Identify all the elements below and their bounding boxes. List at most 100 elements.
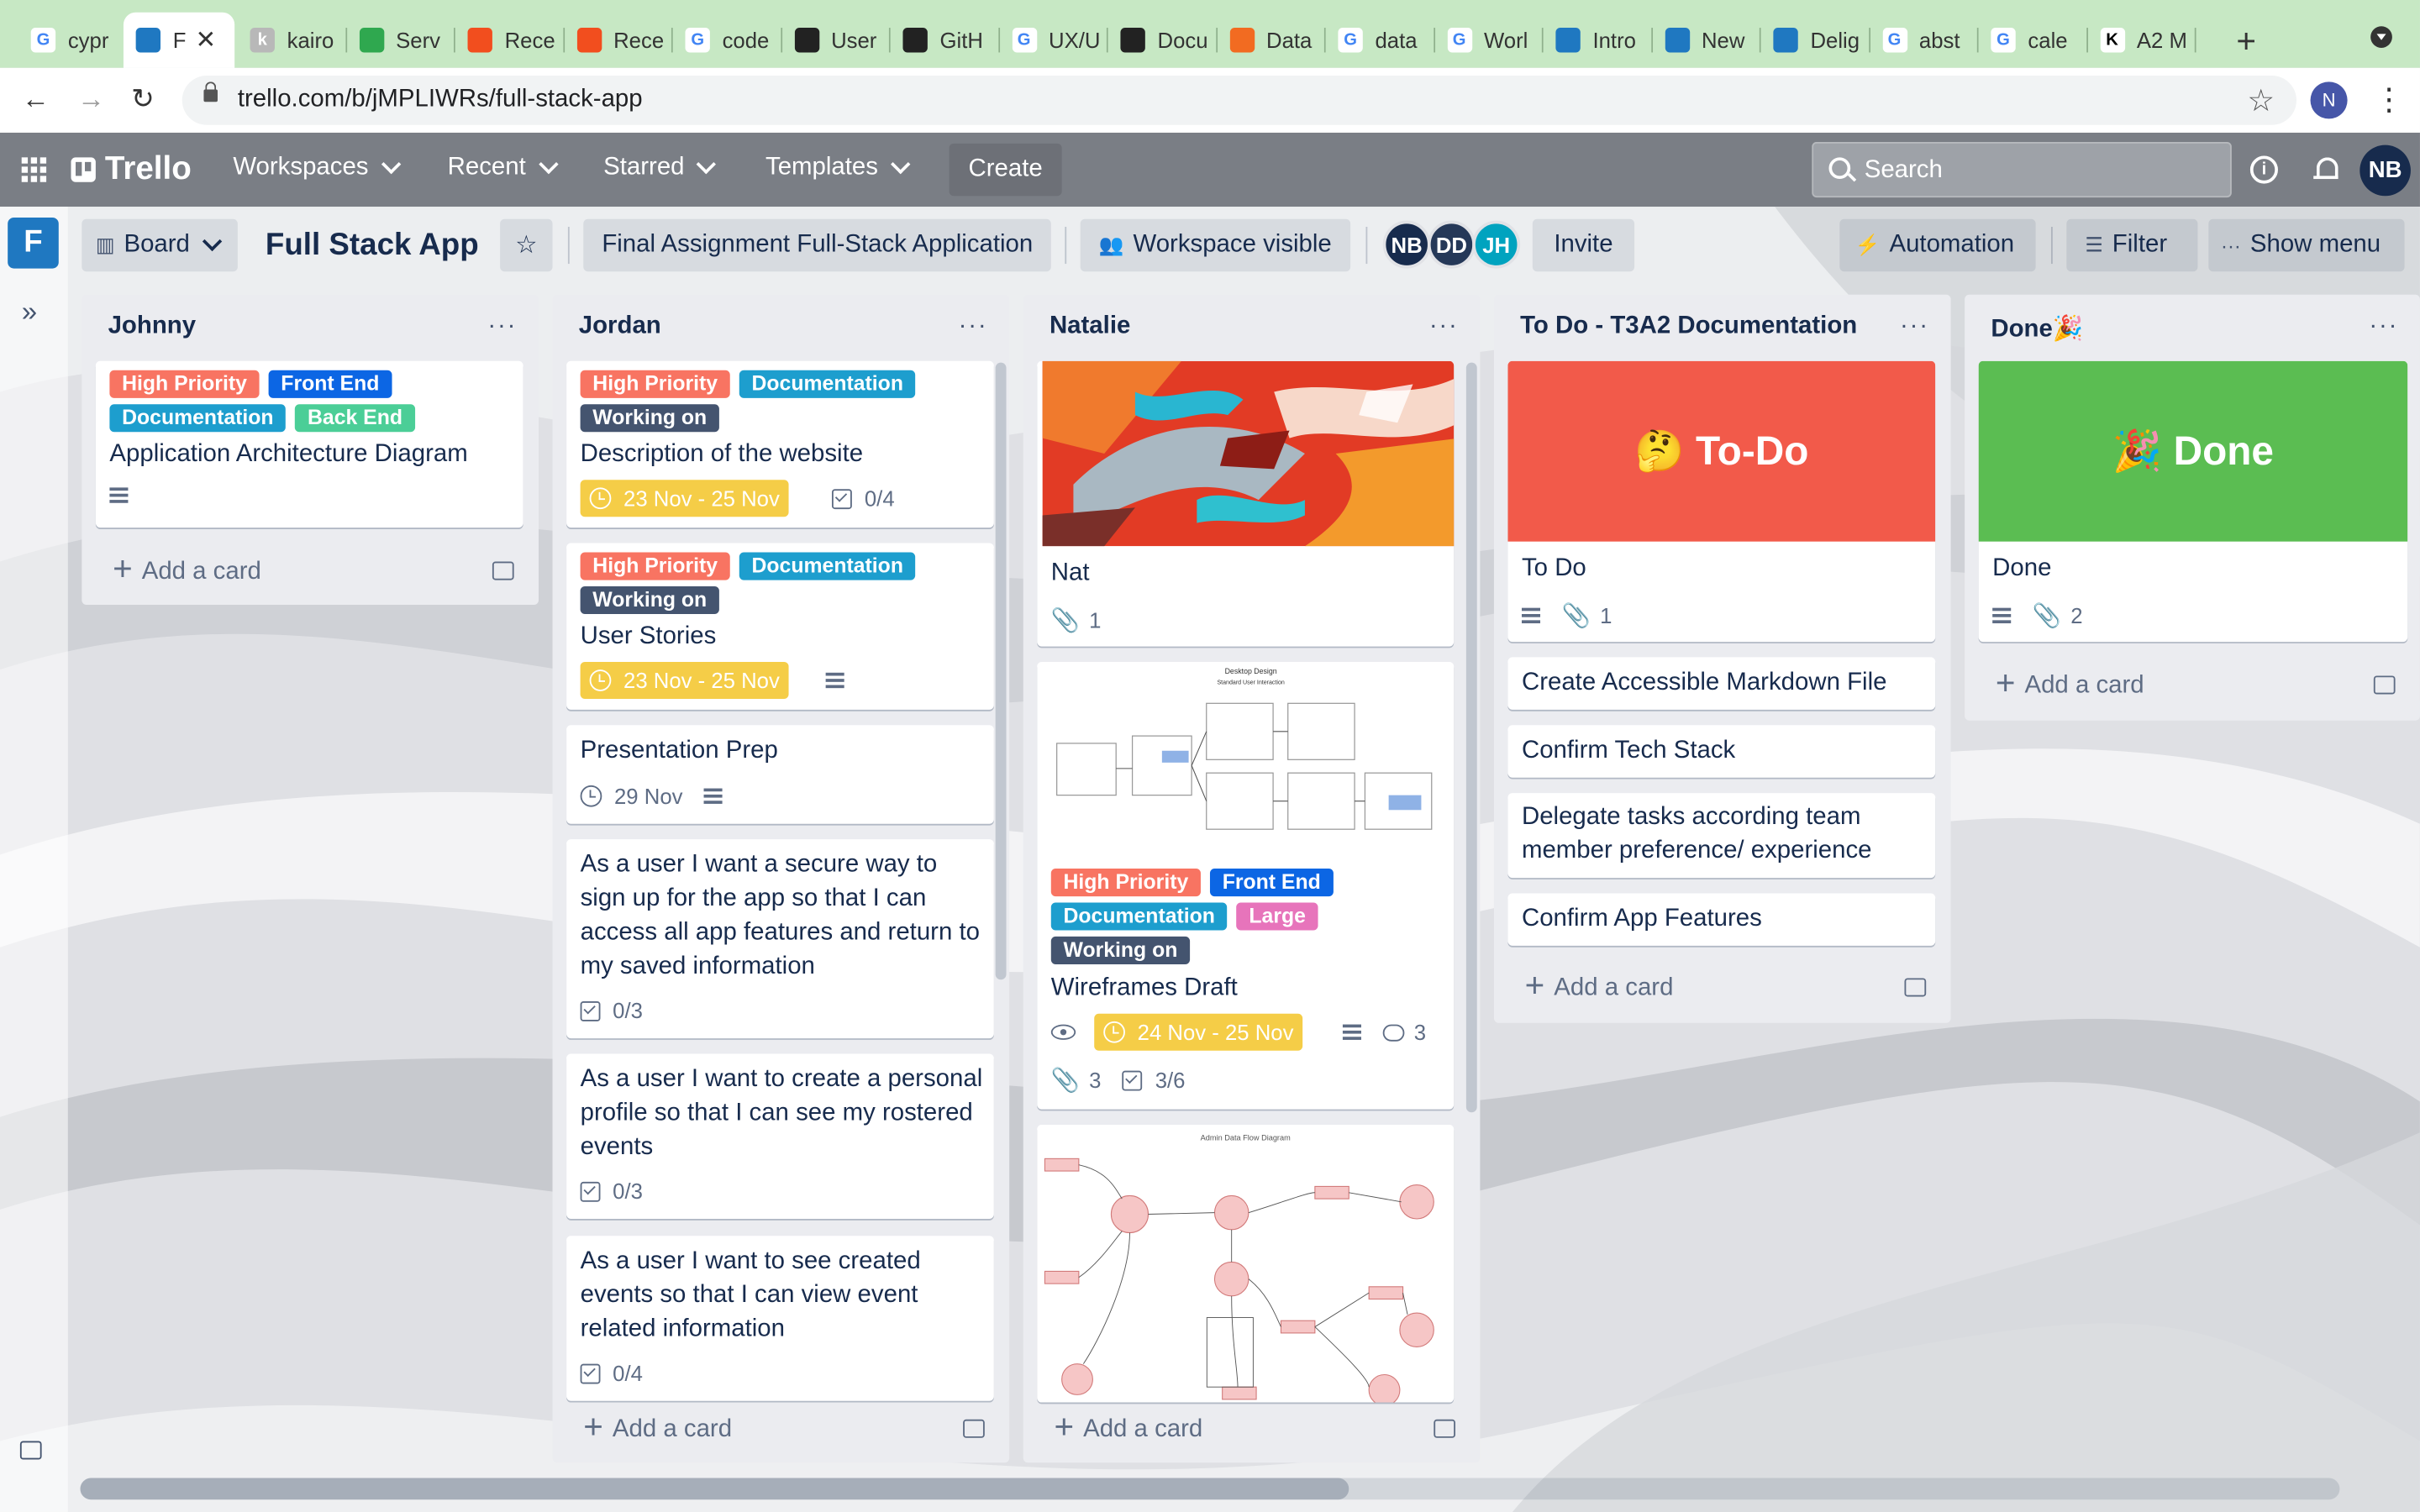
show-menu-button[interactable]: ··· Show menu <box>2208 218 2405 272</box>
sidebar-footer-icon[interactable] <box>19 1441 42 1460</box>
browser-tab[interactable]: Gcypr <box>18 13 128 68</box>
list-title[interactable]: Natalie <box>1050 313 1130 341</box>
create-button[interactable]: Create <box>949 143 1062 197</box>
nav-starred[interactable]: Starred <box>603 155 717 182</box>
search-input[interactable]: Search <box>1812 141 2232 198</box>
browser-tab[interactable]: GitH <box>891 13 1000 68</box>
card[interactable]: As a user I want a secure way to sign up… <box>566 839 994 1039</box>
info-icon[interactable]: i <box>2249 155 2278 184</box>
browser-tab[interactable]: Docu <box>1108 13 1218 68</box>
card-template-icon[interactable] <box>963 1419 985 1438</box>
back-icon[interactable]: ← <box>22 83 50 116</box>
member-avatar[interactable]: JH <box>1472 220 1521 269</box>
browser-tab[interactable]: User <box>781 13 891 68</box>
browser-tab[interactable]: Gdata <box>1326 13 1435 68</box>
browser-tab[interactable]: Rece <box>455 13 565 68</box>
card[interactable]: Nat 📎 1 <box>1037 360 1455 647</box>
visibility-button[interactable]: 👥 Workspace visible <box>1080 218 1351 272</box>
bookmark-star-icon[interactable]: ☆ <box>2247 81 2275 120</box>
browser-tab[interactable]: k kairo <box>238 13 347 68</box>
list-title[interactable]: Jordan <box>579 313 661 341</box>
card[interactable]: As a user I want to see created events s… <box>566 1236 994 1401</box>
browser-tab[interactable]: Gcale <box>1979 13 2088 68</box>
list-title[interactable]: Johnny <box>108 313 196 341</box>
browser-tab[interactable]: Delig <box>1761 13 1870 68</box>
workspace-icon[interactable]: F <box>8 217 59 269</box>
browser-tab[interactable]: New <box>1652 13 1761 68</box>
browser-tab[interactable]: K A2 M <box>2087 13 2196 68</box>
card[interactable]: Delegate tasks according team member pre… <box>1507 793 1936 879</box>
board-view-switcher[interactable]: ▥ Board <box>82 218 238 272</box>
browser-tab[interactable]: Gabst <box>1870 13 1979 68</box>
trello-logo[interactable]: Trello <box>71 151 192 188</box>
board-title[interactable]: Full Stack App <box>266 219 479 271</box>
card[interactable]: Presentation Prep 29 Nov <box>566 725 994 824</box>
user-avatar[interactable]: NB <box>2360 144 2411 197</box>
list-title[interactable]: To Do - T3A2 Documentation <box>1520 313 1857 341</box>
list-menu-icon[interactable]: ··· <box>1429 313 1459 341</box>
card[interactable]: As a user I want to create a personal pr… <box>566 1053 994 1219</box>
nav-recent[interactable]: Recent <box>448 155 559 182</box>
list-menu-icon[interactable]: ··· <box>487 313 517 341</box>
member-avatar[interactable]: DD <box>1427 220 1476 269</box>
due-date-text: 23 Nov - 25 Nov <box>623 486 780 511</box>
card[interactable]: High Priority Front End Documentation Ba… <box>95 360 523 528</box>
tab-search-icon[interactable] <box>2370 26 2392 48</box>
reload-icon[interactable]: ↻ <box>131 83 155 116</box>
list-menu-icon[interactable]: ··· <box>959 313 988 341</box>
close-tab-icon[interactable]: ✕ <box>195 24 216 55</box>
card[interactable]: Confirm App Features <box>1507 893 1936 946</box>
browser-tab[interactable]: Gcode <box>673 13 782 68</box>
automation-button[interactable]: ⚡ Automation <box>1839 218 2036 272</box>
due-date-badge[interactable]: 24 Nov - 25 Nov <box>1094 1013 1303 1051</box>
card-template-icon[interactable] <box>1434 1419 1456 1438</box>
invite-button[interactable]: Invite <box>1532 218 1635 272</box>
add-card-button[interactable]: + Add a card <box>583 1407 732 1447</box>
card-template-icon[interactable] <box>492 561 514 580</box>
workspace-name-button[interactable]: Final Assignment Full-Stack Application <box>583 218 1051 272</box>
card[interactable]: Create Accessible Markdown File <box>1507 657 1936 710</box>
nav-templates[interactable]: Templates <box>765 155 911 182</box>
card-template-icon[interactable] <box>2373 675 2396 695</box>
forward-icon[interactable]: → <box>77 83 105 116</box>
nav-workspaces[interactable]: Workspaces <box>233 155 401 182</box>
notifications-bell-icon[interactable] <box>2312 156 2339 184</box>
add-card-button[interactable]: + Add a card <box>1996 664 2144 703</box>
card[interactable]: 🤔 To-Do To Do 📎 1 <box>1507 360 1936 643</box>
new-tab-button[interactable]: + <box>2236 22 2256 62</box>
add-card-button[interactable]: + Add a card <box>1054 1407 1202 1447</box>
list-title[interactable]: Done🎉 <box>1991 313 2083 344</box>
card-template-icon[interactable] <box>1904 978 1927 997</box>
browser-tab[interactable]: G UX/U <box>999 13 1108 68</box>
filter-button[interactable]: ☰ Filter <box>2066 218 2198 272</box>
member-avatar[interactable]: NB <box>1382 220 1431 269</box>
due-date-badge[interactable]: 23 Nov - 25 Nov <box>580 661 789 700</box>
browser-tab[interactable]: Data <box>1217 13 1326 68</box>
browser-tab[interactable]: Serv <box>346 13 455 68</box>
due-date-badge[interactable]: 23 Nov - 25 Nov <box>580 480 789 517</box>
card[interactable]: 🎉 Done Done 📎 2 <box>1978 360 2408 643</box>
browser-tab[interactable]: Intro <box>1544 13 1653 68</box>
board-horizontal-scrollbar[interactable] <box>80 1478 2340 1500</box>
list-scrollbar[interactable] <box>995 362 1007 980</box>
url-field[interactable]: trello.com/b/jMPLIWRs/full-stack-app ☆ <box>182 75 2297 125</box>
scrollbar-thumb[interactable] <box>80 1478 1349 1500</box>
star-board-button[interactable]: ☆ <box>500 218 553 272</box>
list-scrollbar[interactable] <box>1465 362 1477 1113</box>
card[interactable]: Confirm Tech Stack <box>1507 725 1936 778</box>
browser-menu-icon[interactable]: ⋮ <box>2374 81 2405 119</box>
add-card-button[interactable]: + Add a card <box>1525 966 1674 1005</box>
browser-profile-avatar[interactable]: N <box>2310 81 2348 119</box>
expand-sidebar-icon[interactable]: » <box>22 297 37 329</box>
list-menu-icon[interactable]: ··· <box>1900 313 1929 341</box>
card[interactable]: Admin Data Flow Diagram <box>1037 1124 1455 1403</box>
browser-tab[interactable]: F ✕ <box>123 12 235 68</box>
add-card-button[interactable]: + Add a card <box>113 549 261 589</box>
card[interactable]: Desktop Design Standard User Interaction… <box>1037 661 1455 1110</box>
browser-tab[interactable]: G Worl <box>1434 13 1544 68</box>
app-switcher-icon[interactable] <box>21 157 47 182</box>
card[interactable]: High Priority Documentation Working on U… <box>566 543 994 710</box>
list-menu-icon[interactable]: ··· <box>2369 313 2398 341</box>
card[interactable]: High Priority Documentation Working on D… <box>566 360 994 528</box>
browser-tab[interactable]: Rece <box>564 13 673 68</box>
